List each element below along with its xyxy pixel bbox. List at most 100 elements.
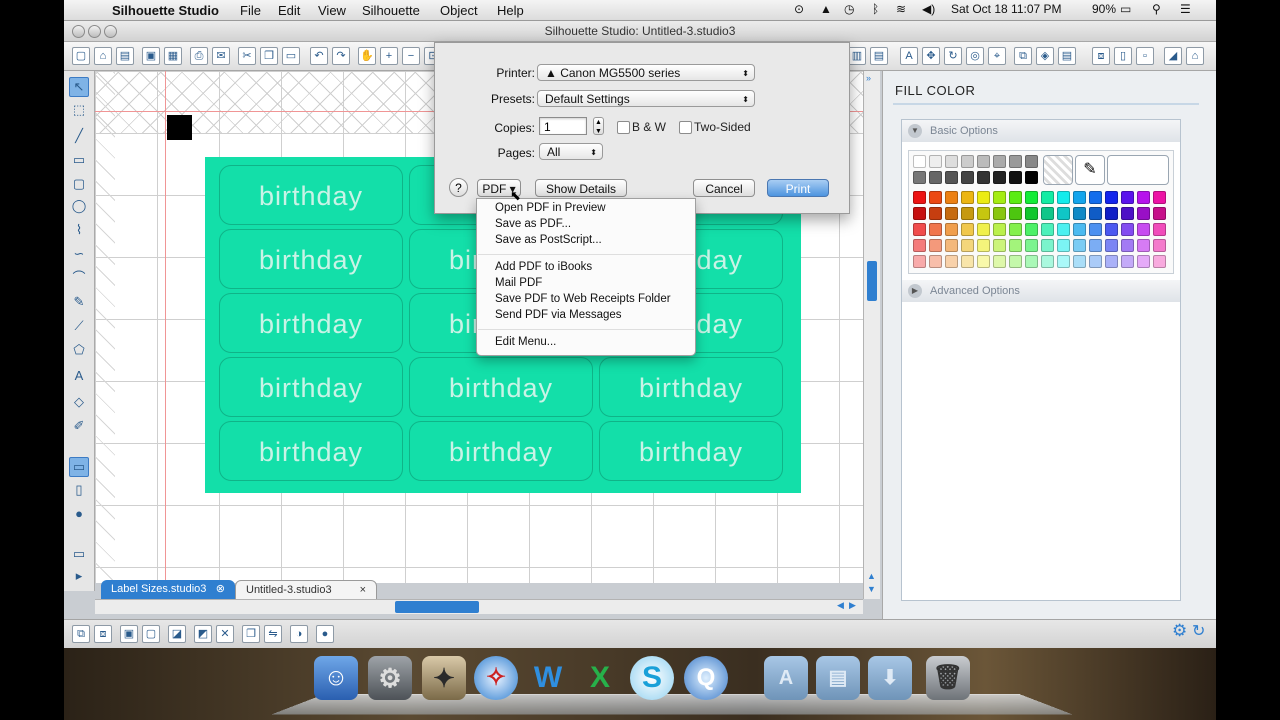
color-swatch[interactable] — [1073, 223, 1086, 236]
menu-help[interactable]: Help — [497, 3, 524, 18]
notification-center-icon[interactable]: ☰ — [1180, 2, 1191, 16]
color-swatch[interactable] — [1041, 207, 1054, 220]
trace-icon[interactable]: ⌖ — [988, 47, 1006, 65]
eyedropper-icon[interactable]: ✎ — [1075, 155, 1105, 185]
two-sided-checkbox[interactable] — [679, 121, 692, 134]
offset-icon[interactable]: ◎ — [966, 47, 984, 65]
finder-icon[interactable]: ☺ — [314, 656, 358, 700]
color-swatch[interactable] — [1121, 239, 1134, 252]
transparent-swatch[interactable] — [1043, 155, 1073, 185]
color-swatch[interactable] — [1025, 223, 1038, 236]
help-button[interactable]: ? — [449, 178, 468, 197]
menu-item-add-pdf-to-ibooks[interactable]: Add PDF to iBooks — [495, 261, 592, 273]
basic-options-header[interactable]: ▼ Basic Options — [902, 120, 1180, 142]
color-swatch[interactable] — [929, 171, 942, 184]
color-swatch[interactable] — [913, 191, 926, 204]
label-cell[interactable]: birthday — [409, 357, 593, 417]
menu-silhouette[interactable]: Silhouette — [362, 3, 420, 18]
color-swatch[interactable] — [1137, 223, 1150, 236]
curve-tool-icon[interactable]: ∽ — [70, 245, 88, 263]
color-swatch[interactable] — [1025, 191, 1038, 204]
rounded-rectangle-tool-icon[interactable]: ▢ — [70, 175, 88, 193]
color-swatch[interactable] — [977, 191, 990, 204]
scroll-left-icon[interactable]: ◀ — [837, 600, 844, 611]
point-edit-tool-icon[interactable]: ⬚ — [70, 101, 88, 119]
menu-view[interactable]: View — [318, 3, 346, 18]
excel-icon[interactable]: X — [578, 656, 622, 700]
color-swatch[interactable] — [1153, 207, 1166, 220]
scroll-down-icon[interactable]: ▼ — [867, 584, 876, 594]
eraser-tool-icon[interactable]: ◇ — [70, 393, 88, 411]
panel-expand-icon[interactable]: » — [866, 73, 871, 83]
color-swatch[interactable] — [1137, 239, 1150, 252]
transform-icon[interactable]: ✥ — [922, 47, 940, 65]
color-swatch[interactable] — [961, 255, 974, 268]
color-swatch[interactable] — [945, 255, 958, 268]
color-swatch[interactable] — [1089, 191, 1102, 204]
color-swatch[interactable] — [1089, 207, 1102, 220]
color-swatch[interactable] — [1153, 255, 1166, 268]
print-icon[interactable]: ⎙ — [190, 47, 208, 65]
menu-item-mail-pdf[interactable]: Mail PDF — [495, 277, 542, 289]
color-swatch[interactable] — [945, 171, 958, 184]
freehand-tool-icon[interactable]: ✎ — [70, 293, 88, 311]
menu-item-save-as-postscript[interactable]: Save as PostScript... — [495, 234, 602, 246]
polygon-shape-tool-icon[interactable]: ⬠ — [70, 341, 88, 359]
advanced-options-header[interactable]: ▶ Advanced Options — [902, 280, 1180, 302]
color-swatch[interactable] — [1041, 255, 1054, 268]
color-swatch[interactable] — [1009, 191, 1022, 204]
settings-gear-icon[interactable]: ⚙ — [1172, 621, 1187, 641]
ungroup-icon[interactable]: ⧈ — [94, 625, 112, 643]
eraser-icon[interactable]: ◢ — [1164, 47, 1182, 65]
circle-action-icon[interactable]: ● — [316, 625, 334, 643]
color-swatch[interactable] — [993, 223, 1006, 236]
label-cell[interactable]: birthday — [219, 421, 403, 481]
tab-close-icon[interactable]: ⊗ — [216, 580, 225, 599]
color-swatch[interactable] — [1025, 255, 1038, 268]
scroll-right-icon[interactable]: ▶ — [849, 600, 856, 611]
knife-tool-icon[interactable]: ✐ — [70, 417, 88, 435]
color-swatch[interactable] — [1121, 207, 1134, 220]
color-swatch[interactable] — [993, 155, 1006, 168]
color-swatch[interactable] — [1153, 191, 1166, 204]
mirror-icon[interactable]: ⇋ — [264, 625, 282, 643]
color-swatch[interactable] — [1137, 207, 1150, 220]
color-swatch[interactable] — [961, 239, 974, 252]
online-store-icon[interactable]: ● — [70, 505, 88, 523]
color-swatch[interactable] — [993, 255, 1006, 268]
spotlight-search-icon[interactable]: ⚲ — [1152, 2, 1161, 16]
color-swatch[interactable] — [1057, 223, 1070, 236]
library-icon[interactable]: ▤ — [116, 47, 134, 65]
label-cell[interactable]: birthday — [219, 357, 403, 417]
color-swatch[interactable] — [929, 191, 942, 204]
rectangle-tool-icon[interactable]: ▭ — [70, 151, 88, 169]
zoom-out-icon[interactable]: − — [402, 47, 420, 65]
zoom-in-icon[interactable]: + — [380, 47, 398, 65]
trash-icon[interactable]: 🗑 — [926, 656, 970, 700]
label-cell[interactable]: birthday — [599, 357, 783, 417]
duplicate-icon[interactable]: ❐ — [242, 625, 260, 643]
color-swatch[interactable] — [1025, 155, 1038, 168]
color-swatch[interactable] — [1009, 171, 1022, 184]
polygon-tool-icon[interactable]: ⌇ — [70, 221, 88, 239]
safari-icon[interactable]: ✧ — [474, 656, 518, 700]
color-swatch[interactable] — [961, 223, 974, 236]
show-details-button[interactable]: Show Details — [535, 179, 627, 197]
color-swatch[interactable] — [1057, 191, 1070, 204]
applications-folder-icon[interactable]: A — [764, 656, 808, 700]
system-preferences-icon[interactable]: ⚙ — [368, 656, 412, 700]
menu-edit[interactable]: Edit — [278, 3, 300, 18]
new-document-icon[interactable]: ▢ — [72, 47, 90, 65]
color-swatch[interactable] — [961, 155, 974, 168]
color-swatch[interactable] — [1105, 239, 1118, 252]
library-view-icon[interactable]: ▯ — [70, 481, 88, 499]
store-icon[interactable]: ⌂ — [1186, 47, 1204, 65]
refresh-icon[interactable]: ↻ — [1192, 621, 1205, 641]
cancel-button[interactable]: Cancel — [693, 179, 755, 197]
select-tool-icon[interactable]: ↖ — [69, 77, 89, 97]
quicktime-icon[interactable]: Q — [684, 656, 728, 700]
color-swatch[interactable] — [913, 155, 926, 168]
downloads-folder-icon[interactable]: ⬇ — [868, 656, 912, 700]
scroll-up-icon[interactable]: ▲ — [867, 571, 876, 581]
color-swatch[interactable] — [945, 239, 958, 252]
